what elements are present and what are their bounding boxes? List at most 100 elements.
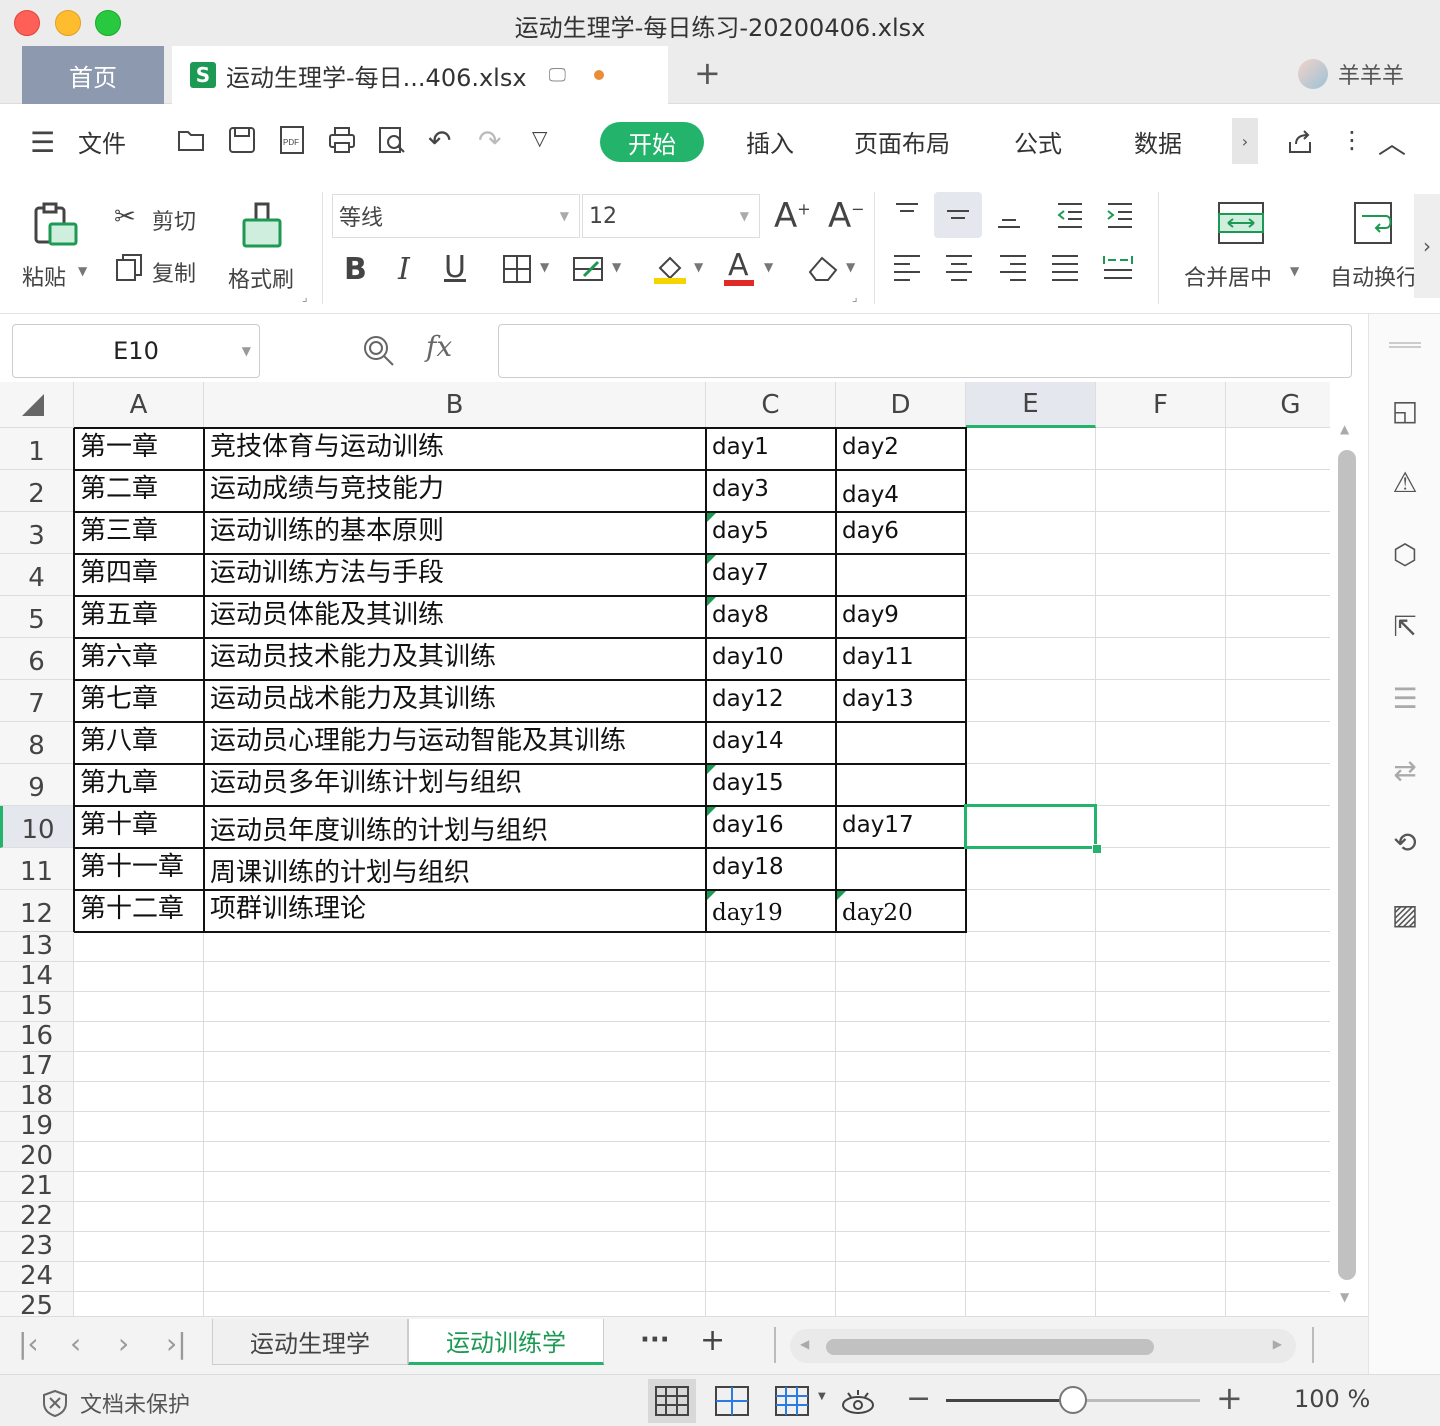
cell-c3[interactable]: day5	[706, 514, 834, 553]
cell-c12[interactable]: day19	[706, 892, 834, 931]
cell-c1[interactable]: day1	[706, 430, 834, 469]
row-header-22[interactable]: 22	[0, 1201, 74, 1232]
select-all-corner[interactable]	[0, 382, 74, 428]
prev-sheet-icon[interactable]: ‹	[70, 1327, 81, 1360]
font-color-icon[interactable]: A	[728, 248, 749, 283]
name-box[interactable]: E10 ▼	[12, 324, 260, 378]
cell-d3[interactable]: day6	[836, 514, 964, 553]
page-break-view-icon[interactable]	[774, 1385, 810, 1417]
menu-data[interactable]: 数据	[1134, 124, 1182, 159]
share-icon[interactable]	[1286, 128, 1314, 156]
save-icon[interactable]	[226, 124, 258, 156]
copy-label[interactable]: 复制	[152, 256, 196, 288]
zoom-cell-icon[interactable]	[362, 334, 396, 368]
cell-b2[interactable]: 运动成绩与竞技能力	[204, 472, 704, 511]
column-header-e[interactable]: E	[966, 382, 1096, 428]
export-pdf-icon[interactable]: PDF	[276, 124, 308, 156]
cell-c10[interactable]: day16	[706, 808, 834, 847]
merge-center-label[interactable]: 合并居中	[1184, 260, 1272, 292]
zoom-level[interactable]: 100 %	[1294, 1385, 1370, 1413]
zoom-in-icon[interactable]: +	[1216, 1379, 1243, 1417]
align-right-icon[interactable]	[998, 252, 1028, 282]
scroll-right-icon[interactable]: ▶	[1273, 1337, 1282, 1351]
horizontal-scroll-thumb[interactable]	[826, 1339, 1154, 1355]
row-header-24[interactable]: 24	[0, 1261, 74, 1292]
next-sheet-icon[interactable]: ›	[118, 1327, 129, 1360]
menu-page-layout[interactable]: 页面布局	[854, 124, 950, 159]
row-header-14[interactable]: 14	[0, 961, 74, 992]
cell-a2[interactable]: 第二章	[74, 472, 202, 511]
font-color-dropdown-icon[interactable]: ▼	[764, 260, 773, 274]
scroll-left-icon[interactable]: ◀	[800, 1337, 809, 1351]
eye-protection-icon[interactable]	[840, 1385, 876, 1417]
add-tab-button[interactable]: +	[694, 54, 721, 92]
user-account[interactable]: 羊羊羊	[1297, 58, 1404, 90]
row-header-16[interactable]: 16	[0, 1021, 74, 1052]
cell-d11[interactable]	[836, 850, 964, 889]
more-sheets-icon[interactable]: ···	[640, 1325, 670, 1355]
decrease-font-size-icon[interactable]: A−	[828, 196, 865, 236]
history-clock-icon[interactable]: ⟲	[1387, 824, 1423, 860]
cell-b1[interactable]: 竞技体育与运动训练	[204, 430, 704, 469]
row-header-1[interactable]: 1	[0, 428, 74, 470]
formula-input[interactable]	[498, 324, 1352, 378]
scroll-down-icon[interactable]: ▼	[1340, 1290, 1349, 1304]
cell-d8[interactable]	[836, 724, 964, 763]
copy-icon[interactable]	[114, 252, 144, 282]
redo-icon[interactable]: ↷	[478, 124, 501, 157]
align-bottom-icon[interactable]	[994, 200, 1024, 230]
cell-b6[interactable]: 运动员技术能力及其训练	[204, 640, 704, 679]
cell-d2[interactable]: day4	[836, 472, 964, 511]
function-icon[interactable]: fx	[426, 330, 452, 363]
cell-b3[interactable]: 运动训练的基本原则	[204, 514, 704, 553]
scissors-icon[interactable]: ✂	[114, 202, 136, 232]
row-header-12[interactable]: 12	[0, 890, 74, 932]
column-header-g[interactable]: G	[1226, 382, 1330, 428]
row-header-8[interactable]: 8	[0, 722, 74, 764]
spreadsheet-grid[interactable]: ABCDEFG 1 2 3 4 5 6 7 8 9 10 11 12 13 14 15 16 17 18 19 20 2…	[0, 382, 1330, 1316]
cell-a4[interactable]: 第四章	[74, 556, 202, 595]
more-options-icon[interactable]: ⋮	[1340, 126, 1364, 154]
shapes-icon[interactable]: ◱	[1387, 392, 1423, 428]
open-folder-icon[interactable]	[176, 124, 208, 156]
horizontal-scrollbar[interactable]: ◀ ▶	[790, 1329, 1296, 1363]
split-divider[interactable]	[774, 1327, 776, 1363]
row-header-20[interactable]: 20	[0, 1141, 74, 1172]
row-header-7[interactable]: 7	[0, 680, 74, 722]
paste-dropdown-icon[interactable]: ▼	[78, 264, 87, 278]
eraser-icon[interactable]	[806, 252, 840, 284]
transform-icon[interactable]: ⇄	[1387, 752, 1423, 788]
cell-d12[interactable]: day20	[836, 892, 964, 931]
font-expand-icon[interactable]: ⌟	[852, 290, 858, 304]
borders-dropdown-icon[interactable]: ▼	[540, 260, 549, 274]
menu-formulas[interactable]: 公式	[1014, 124, 1062, 159]
column-header-b[interactable]: B	[204, 382, 706, 428]
quick-access-dropdown-icon[interactable]: ▽	[532, 126, 547, 150]
cell-a5[interactable]: 第五章	[74, 598, 202, 637]
hamburger-menu-icon[interactable]: ☰	[30, 126, 55, 159]
panel-grip-icon[interactable]	[1389, 342, 1421, 348]
cell-b9[interactable]: 运动员多年训练计划与组织	[204, 766, 704, 805]
cell-a3[interactable]: 第三章	[74, 514, 202, 553]
cell-format-dropdown-icon[interactable]: ▼	[612, 260, 621, 274]
column-header-d[interactable]: D	[836, 382, 966, 428]
cell-b5[interactable]: 运动员体能及其训练	[204, 598, 704, 637]
tab-document[interactable]: S 运动生理学-每日...406.xlsx 🖵	[172, 46, 668, 104]
add-sheet-icon[interactable]: +	[700, 1323, 725, 1358]
cell-a9[interactable]: 第九章	[74, 766, 202, 805]
align-left-icon[interactable]	[892, 252, 922, 282]
justify-icon[interactable]	[1050, 252, 1080, 282]
cell-c2[interactable]: day3	[706, 472, 834, 511]
row-header-25[interactable]: 25	[0, 1291, 74, 1316]
scroll-up-icon[interactable]: ▲	[1340, 422, 1349, 436]
row-header-6[interactable]: 6	[0, 638, 74, 680]
paste-icon[interactable]	[30, 200, 80, 250]
print-icon[interactable]	[326, 124, 358, 156]
first-sheet-icon[interactable]: |‹	[18, 1327, 39, 1360]
row-header-19[interactable]: 19	[0, 1111, 74, 1142]
font-size-select[interactable]: 12 ▼	[582, 194, 760, 238]
row-header-15[interactable]: 15	[0, 991, 74, 1022]
sheet-tab-physiology[interactable]: 运动生理学	[212, 1319, 408, 1365]
normal-view-icon[interactable]	[654, 1385, 690, 1417]
bold-icon[interactable]: B	[344, 252, 367, 287]
